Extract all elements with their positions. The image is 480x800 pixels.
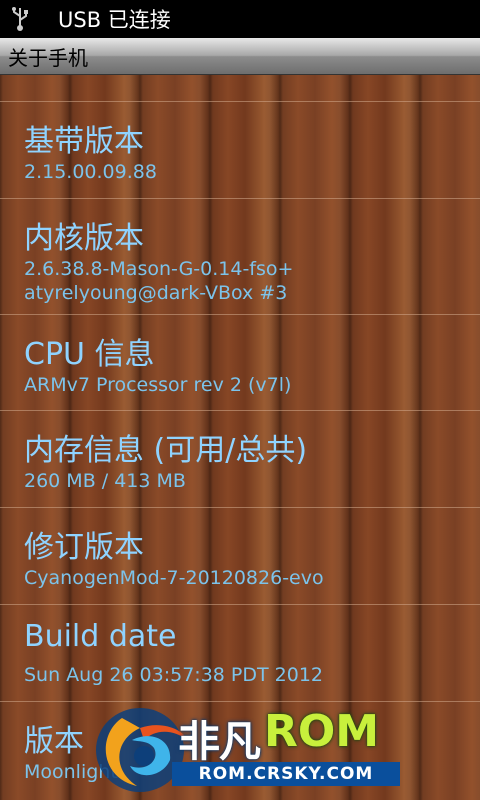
item-value-line-2: atyrelyoung@dark-VBox #3 bbox=[24, 282, 288, 304]
list-item-cpu[interactable]: CPU 信息 ARMv7 Processor rev 2 (v7l) bbox=[0, 315, 480, 411]
brand-cn-text: 非凡 bbox=[178, 717, 261, 766]
status-text: USB 已连接 bbox=[58, 8, 171, 32]
item-value-line-1: 2.6.38.8-Mason-G-0.14-fso+ bbox=[24, 258, 294, 280]
usb-icon bbox=[0, 0, 40, 38]
list-item-previous[interactable] bbox=[0, 75, 480, 102]
item-title: CPU 信息 bbox=[24, 337, 155, 372]
title-bar: 关于手机 bbox=[0, 38, 480, 75]
item-title: 内存信息 (可用/总共) bbox=[24, 433, 308, 468]
brand-url-text: ROM.CRSKY.COM bbox=[172, 762, 400, 786]
list-item-memory[interactable]: 内存信息 (可用/总共) 260 MB / 413 MB bbox=[0, 411, 480, 508]
page-title: 关于手机 bbox=[8, 46, 88, 70]
item-title: 基带版本 bbox=[24, 124, 144, 159]
list-item-build-date[interactable]: Build date Sun Aug 26 03:57:38 PDT 2012 bbox=[0, 605, 480, 702]
item-value: Sun Aug 26 03:57:38 PDT 2012 bbox=[24, 664, 323, 686]
item-title: 内核版本 bbox=[24, 221, 144, 256]
brand-en-text: ROM bbox=[264, 706, 380, 757]
status-bar: USB 已连接 bbox=[0, 0, 480, 38]
item-value: 2.15.00.09.88 bbox=[24, 161, 157, 183]
item-value: 260 MB / 413 MB bbox=[24, 470, 186, 492]
item-title: 版本 bbox=[24, 724, 84, 759]
item-value: ARMv7 Processor rev 2 (v7l) bbox=[24, 374, 292, 396]
settings-list[interactable]: 基带版本 2.15.00.09.88 内核版本 2.6.38.8-Mason-G… bbox=[0, 75, 480, 800]
item-title: 修订版本 bbox=[24, 530, 144, 565]
list-item-kernel[interactable]: 内核版本 2.6.38.8-Mason-G-0.14-fso+ atyrelyo… bbox=[0, 199, 480, 315]
item-value: CyanogenMod-7-20120826-evo bbox=[24, 567, 324, 589]
list-item-revision[interactable]: 修订版本 CyanogenMod-7-20120826-evo bbox=[0, 508, 480, 605]
item-title: Build date bbox=[24, 619, 177, 654]
list-item-baseband[interactable]: 基带版本 2.15.00.09.88 bbox=[0, 102, 480, 199]
